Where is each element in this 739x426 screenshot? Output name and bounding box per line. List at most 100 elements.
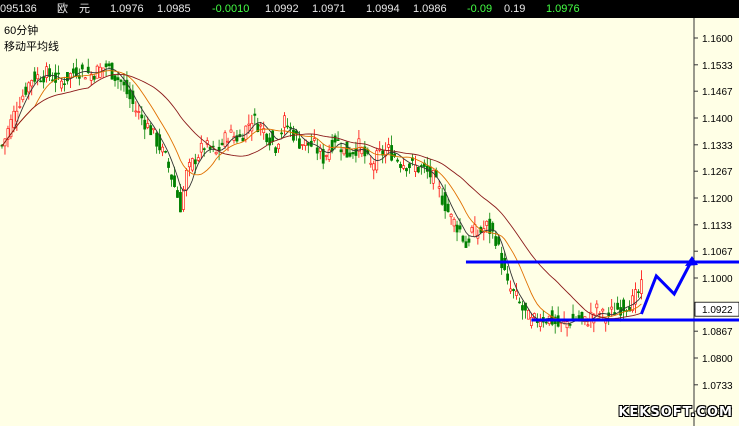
candle-body — [253, 113, 257, 116]
candle-body — [518, 301, 521, 304]
quote-pct: -0.09 — [467, 3, 493, 15]
candle-body — [128, 89, 132, 100]
candle-body — [467, 238, 471, 243]
candle-body — [104, 63, 108, 68]
candle-body — [63, 83, 66, 86]
candle-body — [640, 279, 643, 294]
candle-body — [80, 64, 84, 70]
watermark: KEKSOFT.COM — [618, 405, 733, 420]
indicator-label: 移动平均线 — [4, 41, 59, 53]
candle-body — [274, 147, 278, 153]
candle-body — [568, 324, 572, 326]
candle-body — [509, 288, 512, 292]
candle-body — [327, 149, 331, 160]
candle-body — [71, 68, 75, 74]
price-chart[interactable]: 1.1600 1.1533 1.1467 1.1400 1.1333 1.1267 1.12… — [0, 18, 739, 426]
candle-body — [113, 75, 117, 81]
candle-body — [610, 306, 614, 310]
candle-body — [54, 72, 57, 83]
candle-body — [485, 220, 489, 226]
current-price-label: 1.0922 — [702, 305, 733, 316]
candle-body — [336, 139, 340, 141]
candle-body — [521, 305, 524, 311]
y-tick-label: 1.1333 — [702, 141, 733, 152]
candle-body — [42, 76, 46, 83]
candle-body — [280, 132, 283, 135]
candle-body — [167, 161, 170, 168]
candle-body — [170, 174, 173, 180]
candle-body — [241, 137, 245, 142]
candle-body — [348, 152, 352, 157]
candle-body — [173, 175, 176, 188]
y-tick-label: 1.1067 — [702, 247, 733, 258]
candle-body — [538, 321, 542, 327]
candle-body — [345, 141, 349, 158]
candle-body — [18, 106, 22, 108]
projection-arrow — [640, 259, 694, 315]
candle-body — [286, 125, 289, 128]
y-tick-label: 1.1133 — [702, 221, 732, 232]
candle-body — [27, 82, 31, 93]
candle-body — [452, 218, 456, 227]
candle-body — [226, 140, 230, 143]
candle-body — [506, 273, 510, 281]
candle-body — [190, 158, 194, 171]
candle-body — [449, 213, 453, 218]
candle-body — [24, 86, 28, 95]
candle-body — [116, 77, 120, 81]
candle-body — [527, 310, 530, 320]
candle-body — [354, 148, 358, 156]
candle-body — [223, 132, 227, 147]
candle-body — [289, 126, 292, 129]
candle-body — [134, 110, 138, 113]
candle-body — [601, 308, 605, 312]
candle-body — [312, 138, 316, 141]
candle-body — [455, 224, 459, 233]
candle-body — [372, 163, 376, 171]
candle-body — [324, 155, 328, 157]
candle-body — [208, 146, 212, 150]
candle-body — [515, 290, 518, 296]
candle-body — [143, 119, 147, 130]
candle-body — [396, 159, 399, 162]
quote-last: 1.0976 — [110, 3, 144, 15]
candle-body — [464, 241, 468, 248]
candle-body — [277, 143, 280, 150]
candle-body — [360, 147, 364, 155]
candle-body — [283, 115, 286, 128]
candle-body — [60, 80, 63, 89]
candle-body — [369, 162, 373, 165]
candle-body — [488, 218, 492, 234]
candle-body — [405, 168, 408, 172]
candle-body — [182, 189, 185, 210]
candle-body — [351, 152, 355, 155]
candle-body — [247, 123, 251, 126]
y-tick-label: 1.1467 — [702, 87, 733, 98]
quote-ask: 1.0985 — [157, 3, 191, 15]
candle-body — [137, 111, 141, 113]
candle-body — [214, 151, 218, 155]
candle-body — [414, 164, 417, 172]
candle-body — [616, 302, 620, 310]
candle-body — [202, 148, 206, 150]
candle-body — [473, 224, 477, 237]
candle-body — [146, 123, 150, 128]
candle-body — [140, 114, 144, 119]
candle-body — [416, 166, 420, 173]
candle-body — [152, 127, 156, 131]
candle-body — [443, 192, 447, 212]
instrument-name: 欧 元 — [57, 3, 90, 15]
candle-body — [187, 162, 191, 168]
candle-body — [300, 144, 304, 146]
candle-body — [92, 76, 96, 80]
period-label: 60分钟 — [4, 25, 39, 37]
candle-body — [196, 157, 200, 161]
quote-now: 1.0976 — [546, 3, 580, 15]
candle-body — [565, 321, 569, 329]
candle-body — [315, 147, 319, 154]
candle-body — [595, 303, 599, 309]
candles — [0, 58, 643, 337]
instrument-code: 095136 — [0, 3, 37, 15]
candle-body — [164, 151, 167, 153]
y-tick-label: 1.1200 — [702, 194, 733, 205]
